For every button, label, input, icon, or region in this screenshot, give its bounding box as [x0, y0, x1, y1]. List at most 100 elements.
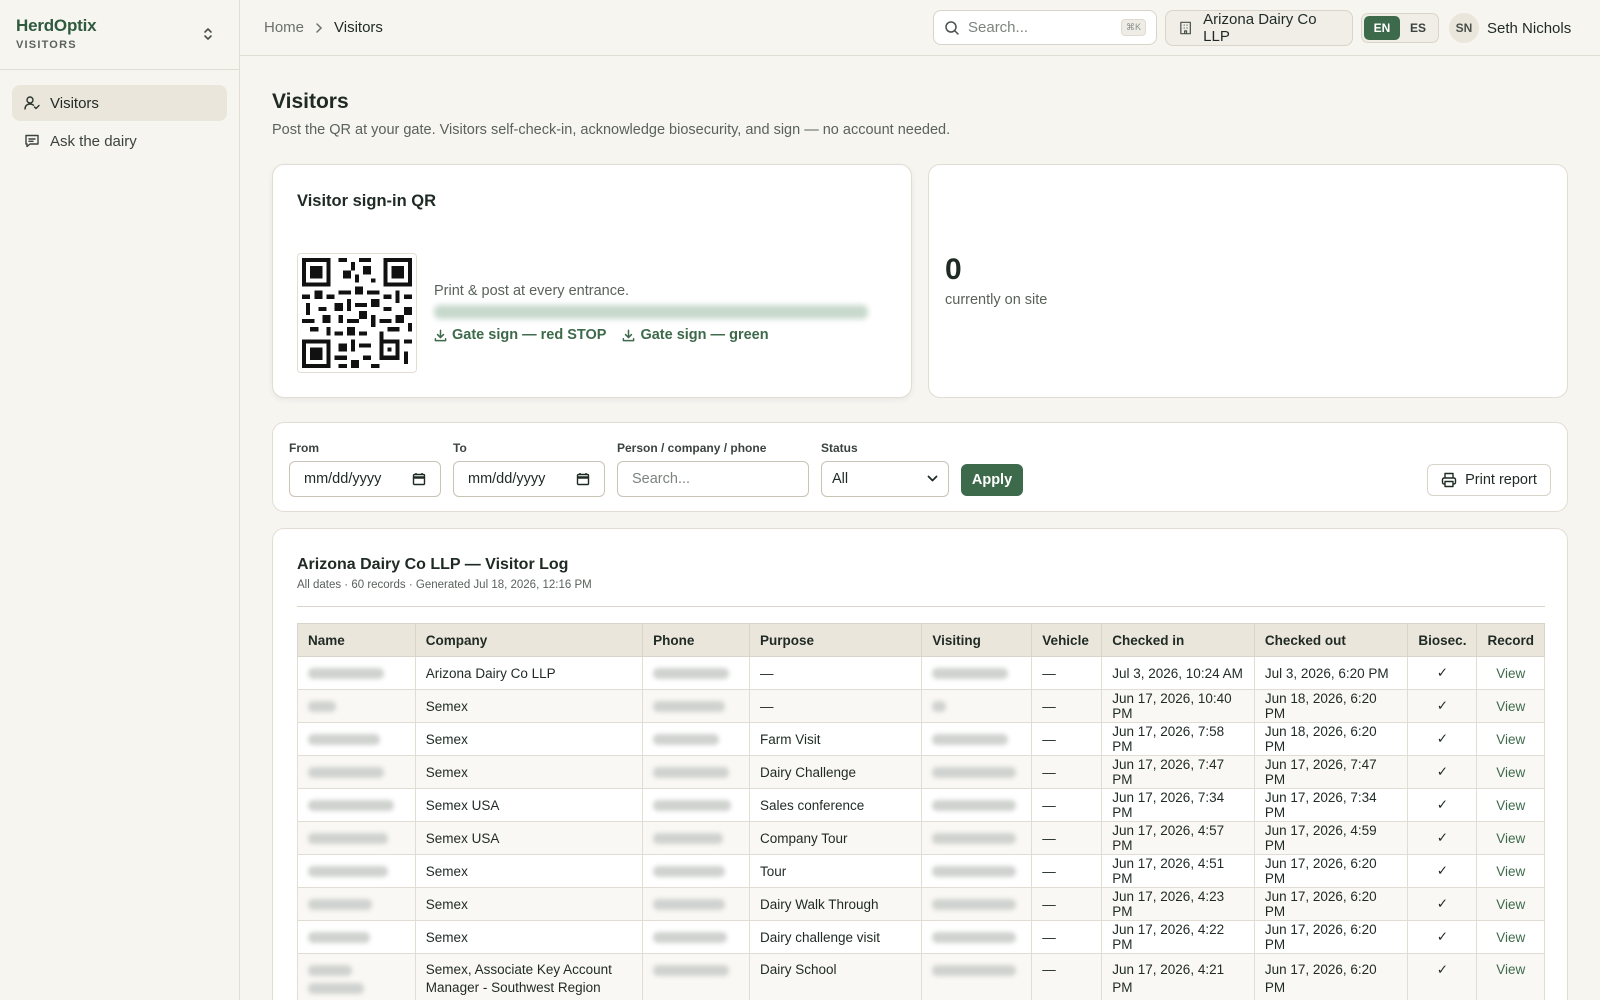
column-header[interactable]: Name	[297, 623, 416, 657]
person-search-input[interactable]: Search...	[617, 461, 809, 497]
column-header[interactable]: Record	[1476, 623, 1545, 657]
vehicle-cell: —	[1031, 854, 1103, 888]
on-site-label: currently on site	[945, 292, 1048, 308]
table-body: Arizona Dairy Co LLP — — Jul 3, 2026, 10…	[297, 656, 1545, 1000]
print-report-button[interactable]: Print report	[1427, 464, 1551, 496]
lang-en-button[interactable]: EN	[1364, 16, 1400, 40]
phone-cell	[642, 722, 750, 756]
purpose-cell: Dairy School	[748, 953, 923, 1000]
name-cell	[297, 788, 416, 822]
table-row[interactable]: Semex USA Company Tour — Jun 17, 2026, 4…	[297, 821, 1545, 855]
on-site-card: 0 currently on site	[928, 164, 1568, 398]
status-select[interactable]: All	[821, 461, 949, 497]
column-header[interactable]: Visiting	[921, 623, 1033, 657]
view-record-link[interactable]: View	[1476, 953, 1545, 1000]
company-cell: Semex USA	[414, 788, 644, 822]
person-filter: Person / company / phone Search...	[617, 441, 809, 497]
biosec-cell: ✓	[1407, 953, 1478, 1000]
view-record-link[interactable]: View	[1476, 854, 1545, 888]
checked-in-cell: Jun 17, 2026, 4:57 PM	[1101, 821, 1255, 855]
vehicle-cell: —	[1031, 788, 1103, 822]
sidebar-item-label: Visitors	[50, 94, 99, 112]
vehicle-cell: —	[1031, 722, 1103, 756]
calendar-icon[interactable]	[576, 472, 590, 486]
biosec-cell: ✓	[1407, 920, 1478, 954]
company-cell: Semex USA	[414, 821, 644, 855]
gate-sign-red-link[interactable]: Gate sign — red STOP	[434, 327, 606, 343]
lang-es-button[interactable]: ES	[1400, 16, 1436, 40]
name-cell	[297, 887, 416, 921]
column-header[interactable]: Vehicle	[1031, 623, 1103, 657]
gate-sign-links: Gate sign — red STOP Gate sign — green	[434, 327, 769, 343]
sidebar-item-label: Ask the dairy	[50, 132, 137, 150]
table-row[interactable]: Semex, Associate Key Account Manager - S…	[297, 953, 1545, 1000]
table-row[interactable]: Semex Tour — Jun 17, 2026, 4:51 PM Jun 1…	[297, 854, 1545, 888]
purpose-cell: —	[748, 689, 923, 723]
visiting-cell	[921, 887, 1033, 921]
org-switcher-button[interactable]: Arizona Dairy Co LLP	[1165, 10, 1353, 46]
visiting-cell	[921, 920, 1033, 954]
to-date-input[interactable]: mm/dd/yyyy	[453, 461, 605, 497]
view-record-link[interactable]: View	[1476, 920, 1545, 954]
download-icon	[623, 329, 635, 341]
table-row[interactable]: Semex Dairy Walk Through — Jun 17, 2026,…	[297, 887, 1545, 921]
qr-card-title: Visitor sign-in QR	[297, 192, 437, 210]
table-row[interactable]: Semex Dairy challenge visit — Jun 17, 20…	[297, 920, 1545, 954]
column-header[interactable]: Checked in	[1101, 623, 1255, 657]
apply-button[interactable]: Apply	[961, 464, 1023, 496]
sidebar-item-visitors[interactable]: Visitors	[12, 85, 227, 121]
gate-sign-green-link[interactable]: Gate sign — green	[622, 327, 769, 343]
view-record-link[interactable]: View	[1476, 722, 1545, 756]
table-row[interactable]: Semex — — Jun 17, 2026, 10:40 PM Jun 18,…	[297, 689, 1545, 723]
column-header[interactable]: Phone	[642, 623, 750, 657]
company-cell: Arizona Dairy Co LLP	[414, 656, 644, 690]
name-cell	[297, 920, 416, 954]
purpose-cell: Dairy Walk Through	[748, 887, 923, 921]
chevron-down-icon	[927, 475, 938, 482]
table-row[interactable]: Arizona Dairy Co LLP — — Jul 3, 2026, 10…	[297, 656, 1545, 690]
table-row[interactable]: Semex Farm Visit — Jun 17, 2026, 7:58 PM…	[297, 722, 1545, 756]
view-record-link[interactable]: View	[1476, 755, 1545, 789]
view-record-link[interactable]: View	[1476, 656, 1545, 690]
brand-name: HerdOptix	[16, 16, 97, 35]
user-menu[interactable]: SN Seth Nichols	[1449, 13, 1571, 43]
vehicle-cell: —	[1031, 953, 1103, 1000]
checked-out-cell: Jun 17, 2026, 7:34 PM	[1253, 788, 1409, 822]
purpose-cell: Company Tour	[748, 821, 923, 855]
biosec-cell: ✓	[1407, 788, 1478, 822]
column-header[interactable]: Biosec.	[1407, 623, 1478, 657]
brand-block[interactable]: HerdOptix VISITORS	[0, 0, 239, 70]
phone-cell	[642, 788, 750, 822]
phone-cell	[642, 821, 750, 855]
page-title: Visitors	[272, 90, 349, 113]
checked-in-cell: Jun 17, 2026, 7:47 PM	[1101, 755, 1255, 789]
chevron-up-down-icon[interactable]	[201, 26, 215, 42]
visitor-log-title: Arizona Dairy Co LLP — Visitor Log	[297, 556, 569, 573]
company-cell: Semex	[414, 689, 644, 723]
table-row[interactable]: Semex Dairy Challenge — Jun 17, 2026, 7:…	[297, 755, 1545, 789]
from-label: From	[289, 441, 319, 455]
biosec-cell: ✓	[1407, 887, 1478, 921]
view-record-link[interactable]: View	[1476, 689, 1545, 723]
sidebar-item-ask-the-dairy[interactable]: Ask the dairy	[12, 123, 227, 159]
view-record-link[interactable]: View	[1476, 887, 1545, 921]
view-record-link[interactable]: View	[1476, 821, 1545, 855]
view-record-link[interactable]: View	[1476, 788, 1545, 822]
column-header[interactable]: Company	[414, 623, 644, 657]
checked-out-cell: Jun 18, 2026, 6:20 PM	[1253, 722, 1409, 756]
visitor-log-meta: All dates · 60 records · Generated Jul 1…	[297, 579, 592, 591]
table-row[interactable]: Semex USA Sales conference — Jun 17, 202…	[297, 788, 1545, 822]
name-cell	[297, 953, 416, 1000]
name-cell	[297, 821, 416, 855]
breadcrumb-current: Visitors	[334, 19, 383, 36]
phone-cell	[642, 920, 750, 954]
global-search-input[interactable]: Search... ⌘K	[933, 10, 1157, 45]
breadcrumb-home[interactable]: Home	[264, 19, 304, 36]
column-header[interactable]: Checked out	[1253, 623, 1409, 657]
phone-cell	[642, 854, 750, 888]
from-date-input[interactable]: mm/dd/yyyy	[289, 461, 441, 497]
column-header[interactable]: Purpose	[748, 623, 923, 657]
status-value: All	[832, 471, 849, 487]
calendar-icon[interactable]	[412, 472, 426, 486]
checked-in-cell: Jul 3, 2026, 10:24 AM	[1101, 656, 1255, 690]
